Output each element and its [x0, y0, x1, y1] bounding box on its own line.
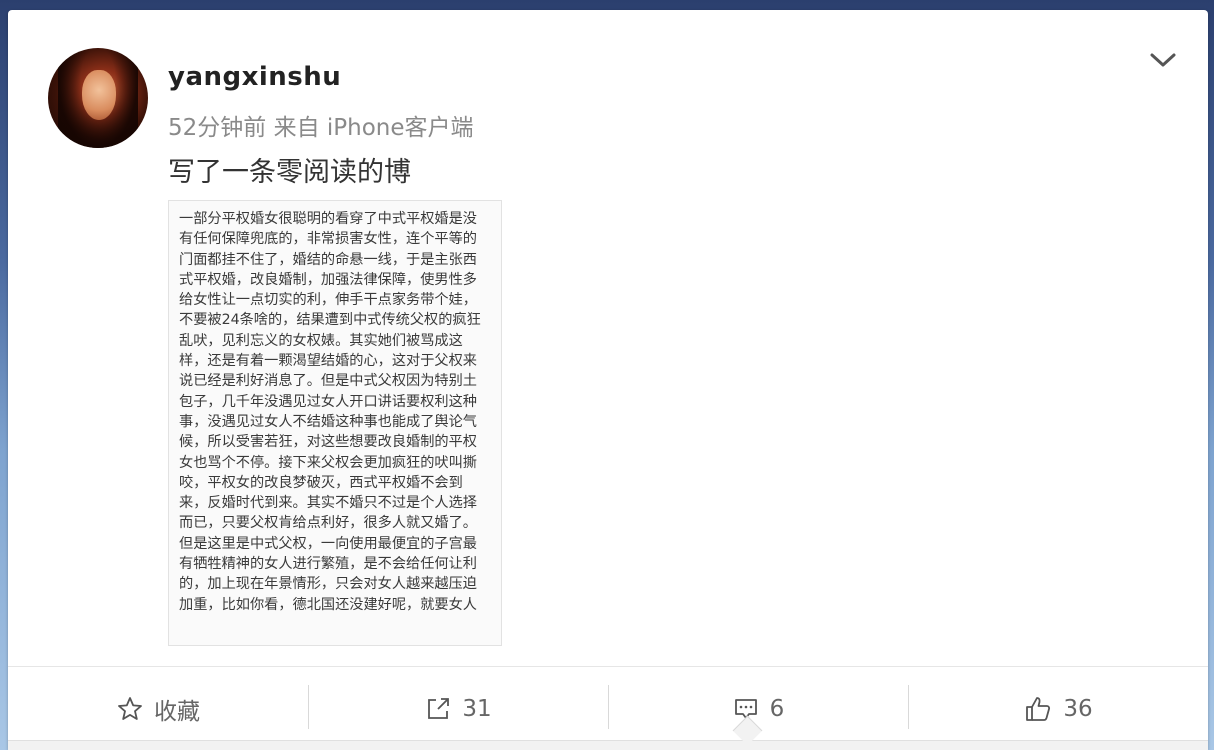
share-icon — [424, 695, 452, 723]
repost-button[interactable]: 31 — [308, 667, 608, 750]
attached-image[interactable]: 一部分平权婚女很聪明的看穿了中式平权婚是没有任何保障兜底的，非常损害女性，连个平… — [168, 200, 502, 646]
favorite-label: 收藏 — [154, 699, 200, 725]
favorite-button[interactable]: 收藏 — [8, 667, 308, 750]
comment-button[interactable]: 6 — [608, 667, 908, 750]
comment-count: 6 — [769, 696, 785, 722]
post-text: 写了一条零阅读的博 — [168, 157, 411, 188]
repost-count: 31 — [462, 696, 492, 722]
weibo-post-card: yangxinshu 52分钟前 来自 iPhone客户端 写了一条零阅读的博 … — [8, 10, 1208, 750]
star-icon — [116, 695, 144, 723]
chevron-down-icon[interactable] — [1148, 48, 1178, 72]
image-text: 一部分平权婚女很聪明的看穿了中式平权婚是没有任何保障兜底的，非常损害女性，连个平… — [179, 211, 481, 613]
post-meta: 52分钟前 来自 iPhone客户端 — [168, 115, 474, 141]
thumbs-up-icon — [1023, 695, 1053, 723]
avatar-face — [82, 70, 116, 120]
like-count: 36 — [1063, 696, 1093, 722]
avatar[interactable] — [48, 48, 148, 148]
like-button[interactable]: 36 — [908, 667, 1208, 750]
comment-area-edge — [8, 740, 1208, 750]
username[interactable]: yangxinshu — [168, 62, 341, 92]
action-bar: 收藏 31 6 36 — [8, 666, 1208, 750]
